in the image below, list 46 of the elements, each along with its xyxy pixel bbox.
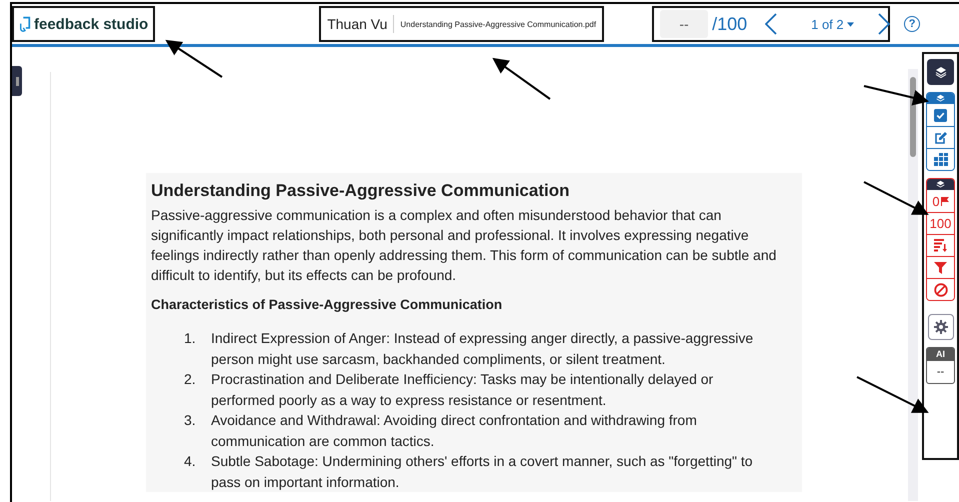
checkbox-icon bbox=[934, 108, 947, 122]
block-tool[interactable] bbox=[927, 278, 954, 300]
scrollbar-thumb[interactable] bbox=[910, 77, 916, 157]
grade-total: /100 bbox=[712, 14, 748, 34]
layers-icon bbox=[936, 180, 945, 189]
list-item-text: Procrastination and Deliberate Inefficiency: Tasks may be intentionally delayed or performed poorly as a way to express resistance or resentment. bbox=[211, 370, 714, 410]
filter-icon bbox=[934, 262, 947, 274]
annotation-arrow bbox=[864, 181, 929, 215]
list-number: 2. bbox=[184, 370, 197, 389]
caret-icon bbox=[846, 22, 854, 26]
layers-button[interactable] bbox=[927, 59, 954, 85]
layers-icon bbox=[934, 66, 946, 78]
document-title: Understanding Passive-Aggressive Communication bbox=[151, 181, 570, 201]
sidebar-toggle[interactable] bbox=[12, 66, 22, 96]
author-name: Thuan Vu bbox=[327, 16, 388, 32]
page-dropdown[interactable]: 1 of 2 bbox=[805, 16, 860, 32]
list-item-text: Indirect Expression of Anger: Instead of expressing anger directly, a passive-aggressive person might use sarcasm, backhanded compliments, or silent treatment. bbox=[211, 329, 754, 369]
grade-field[interactable]: -- bbox=[660, 10, 708, 38]
sort-icon bbox=[934, 239, 948, 252]
list-number: 4. bbox=[184, 452, 197, 471]
logo-text: feedback studio bbox=[34, 16, 148, 32]
list-number: 1. bbox=[184, 329, 197, 348]
settings-button[interactable] bbox=[928, 314, 954, 340]
flag-icon bbox=[940, 196, 949, 206]
grid-icon bbox=[934, 153, 948, 166]
annotation-arrow bbox=[864, 85, 929, 106]
list-number: 3. bbox=[184, 411, 197, 430]
ai-label: AI bbox=[927, 348, 954, 361]
group-header[interactable] bbox=[927, 179, 954, 190]
ai-score: -- bbox=[936, 365, 946, 380]
annotation-arrow bbox=[165, 40, 223, 78]
intro-paragraph: Passive-aggressive communication is a complex and often misunderstood behavior that can significantly impact relationships, both personal and professional. It involves expressing negative feelings indirectly rather than openly addressing them. This form of communication can be subtle and difficult to identify, but its effects can be profound. bbox=[151, 206, 778, 285]
logo-icon bbox=[19, 16, 31, 32]
annotation-arrow bbox=[492, 58, 551, 100]
list-item-text: Subtle Sabotage: Undermining others' efforts in a covert manner, such as "forgetting" to pass on important information. bbox=[211, 452, 754, 492]
block-icon bbox=[934, 282, 948, 296]
section-heading: Characteristics of Passive-Aggressive Communication bbox=[150, 297, 504, 314]
help-button[interactable]: ? bbox=[904, 16, 920, 32]
pencil-icon bbox=[934, 130, 948, 144]
grid-tool[interactable] bbox=[927, 148, 954, 170]
gear-icon bbox=[934, 320, 948, 334]
file-name: Understanding Passive-Aggressive Communication.pdf bbox=[400, 20, 596, 28]
list-item-text: Avoidance and Withdrawal: Avoiding direct confrontation and withdrawing from communication are common tactics. bbox=[211, 411, 698, 450]
layers-icon bbox=[936, 94, 945, 103]
chevron-left-icon bbox=[765, 13, 778, 35]
chevron-right-icon bbox=[878, 13, 890, 35]
